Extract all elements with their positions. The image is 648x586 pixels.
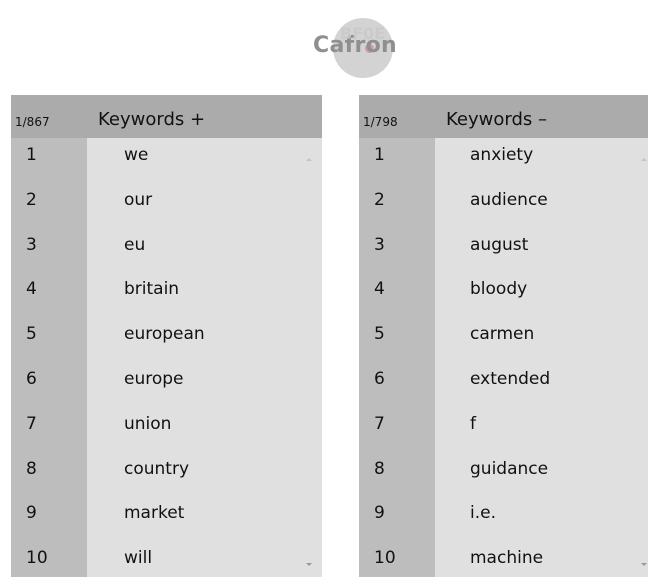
list-item[interactable]: 6 europe (11, 362, 322, 407)
row-keyword: august (470, 234, 529, 255)
row-index: 9 (26, 503, 37, 524)
row-index: 3 (26, 234, 37, 255)
list-item[interactable]: 10 will (11, 541, 322, 586)
list-item[interactable]: 9 market (11, 496, 322, 541)
panel-title: Keywords – (446, 109, 547, 130)
list-item[interactable]: 5 carmen (359, 317, 648, 362)
logo-overlay-text: BF0E (340, 24, 386, 43)
keyword-count: 1/867 (15, 115, 50, 129)
row-keyword: european (124, 324, 205, 345)
row-keyword: country (124, 458, 190, 479)
row-keyword: we (124, 145, 149, 165)
list-item[interactable]: 3 eu (11, 228, 322, 273)
row-index: 6 (26, 368, 37, 389)
row-index: 5 (26, 324, 37, 345)
list-item[interactable]: 5 european (11, 317, 322, 362)
scroll-down-arrow-icon[interactable] (641, 563, 647, 566)
row-index: 1 (26, 145, 37, 165)
row-keyword: guidance (470, 458, 549, 479)
row-index: 8 (374, 458, 385, 479)
row-keyword: market (124, 503, 185, 524)
row-keyword: union (124, 413, 172, 434)
keyword-list[interactable]: 1 anxiety 2 audience 3 august 4 bloody 5 carm… (359, 138, 648, 586)
row-index: 4 (374, 279, 385, 300)
row-keyword: audience (470, 189, 548, 210)
keyword-count: 1/798 (363, 115, 398, 129)
row-index: 2 (374, 189, 385, 210)
keyword-list[interactable]: 1 we 2 our 3 eu 4 britain 5 european 6 europe … (11, 138, 322, 586)
row-index: 4 (26, 279, 37, 300)
row-keyword: i.e. (470, 503, 496, 524)
list-item[interactable]: 9 i.e. (359, 496, 648, 541)
row-keyword: f (470, 413, 476, 434)
row-keyword: anxiety (470, 145, 534, 165)
app-logo: Cafron BF0E (313, 18, 448, 78)
row-keyword: europe (124, 368, 184, 389)
keywords-minus-panel: 1/798 Keywords – 1 anxiety 2 audience 3 aug… (359, 95, 648, 577)
row-keyword: extended (470, 368, 551, 389)
list-item[interactable]: 4 britain (11, 272, 322, 317)
row-index: 1 (374, 145, 385, 165)
row-index: 2 (26, 189, 37, 210)
row-keyword: carmen (470, 324, 535, 345)
row-keyword: eu (124, 234, 146, 255)
list-item[interactable]: 4 bloody (359, 272, 648, 317)
list-item[interactable]: 7f (359, 407, 648, 452)
row-keyword: our (124, 189, 153, 210)
row-index: 10 (26, 548, 48, 569)
row-index: 10 (374, 548, 396, 569)
list-item[interactable]: 6 extended (359, 362, 648, 407)
list-item[interactable]: 10 machine (359, 541, 648, 586)
panel-title: Keywords + (98, 109, 206, 130)
panel-header: 1/867 Keywords + (11, 95, 322, 138)
row-index: 7 (26, 413, 37, 434)
list-item[interactable]: 1 anxiety (359, 138, 648, 183)
keywords-plus-panel: 1/867 Keywords + 1 we 2 our 3 eu 4 britain 5… (11, 95, 322, 577)
panel-header: 1/798 Keywords – (359, 95, 648, 138)
row-keyword: britain (124, 279, 180, 300)
scroll-down-arrow-icon[interactable] (306, 563, 312, 566)
row-keyword: will (124, 548, 153, 569)
row-index: 3 (374, 234, 385, 255)
list-item[interactable]: 8 guidance (359, 452, 648, 497)
list-item[interactable]: 2 audience (359, 183, 648, 228)
row-index: 7 (374, 413, 385, 434)
list-item[interactable]: 3 august (359, 228, 648, 273)
list-item[interactable]: 1 we (11, 138, 322, 183)
list-item[interactable]: 2 our (11, 183, 322, 228)
row-keyword: bloody (470, 279, 528, 300)
row-index: 8 (26, 458, 37, 479)
scroll-up-arrow-icon[interactable] (306, 158, 312, 161)
list-item[interactable]: 7 union (11, 407, 322, 452)
row-index: 9 (374, 503, 385, 524)
list-item[interactable]: 8 country (11, 452, 322, 497)
row-index: 6 (374, 368, 385, 389)
row-keyword: machine (470, 548, 544, 569)
row-index: 5 (374, 324, 385, 345)
scroll-up-arrow-icon[interactable] (641, 158, 647, 161)
